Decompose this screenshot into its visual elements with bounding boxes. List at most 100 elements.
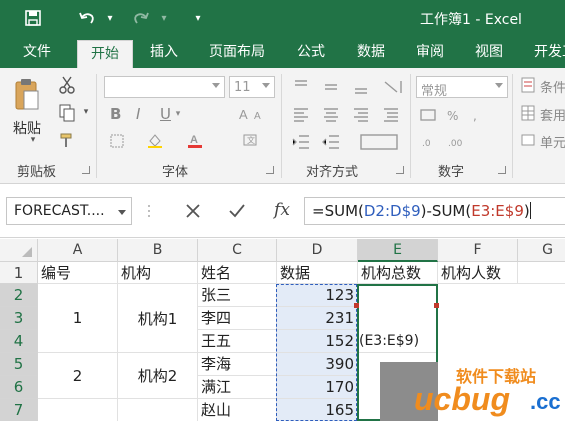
font-name-combo[interactable] xyxy=(104,76,225,98)
clipboard-launcher-icon[interactable] xyxy=(82,166,90,174)
number-format-buttons[interactable]: %, xyxy=(418,104,508,126)
cell-c6[interactable]: 满江 xyxy=(198,376,277,399)
tab-view[interactable]: 视图 xyxy=(473,37,505,68)
undo-icon[interactable] xyxy=(76,8,98,28)
cell-c1[interactable]: 姓名 xyxy=(198,262,277,284)
cell-c5[interactable]: 李海 xyxy=(198,353,277,376)
row-header-4[interactable]: 4 xyxy=(0,330,38,353)
format-as-table-icon[interactable] xyxy=(520,104,536,122)
tab-review[interactable]: 审阅 xyxy=(414,37,446,68)
range-handle[interactable] xyxy=(434,303,439,308)
format-painter-icon[interactable] xyxy=(58,131,76,149)
paste-dropdown-icon[interactable]: ▾ xyxy=(28,135,38,145)
underline-button[interactable]: U xyxy=(160,105,171,123)
group-divider xyxy=(512,74,513,178)
cell-b7[interactable] xyxy=(118,399,198,421)
tab-home[interactable]: 开始 xyxy=(77,40,133,68)
conditional-format-icon[interactable] xyxy=(520,76,536,94)
range-handle[interactable] xyxy=(354,303,359,308)
copy-dropdown-icon[interactable]: ▾ xyxy=(82,106,90,118)
cell-c7[interactable]: 赵山 xyxy=(198,399,277,421)
grip-icon xyxy=(146,202,152,220)
tab-page-layout[interactable]: 页面布局 xyxy=(206,37,268,68)
bold-button[interactable]: B xyxy=(110,105,121,123)
column-header-e[interactable]: E xyxy=(358,239,438,262)
copy-icon[interactable] xyxy=(58,104,76,122)
row-header-7[interactable]: 7 xyxy=(0,399,38,421)
cell-a7[interactable] xyxy=(38,399,118,421)
column-header-a[interactable]: A xyxy=(38,239,118,262)
cell-g1[interactable] xyxy=(518,262,565,284)
cell-e1[interactable]: 机构总数 xyxy=(358,262,438,284)
enter-check-icon[interactable] xyxy=(226,200,248,222)
select-all-corner[interactable] xyxy=(0,239,38,262)
cell-a1[interactable]: 编号 xyxy=(38,262,118,284)
alignment-launcher-icon[interactable] xyxy=(396,166,404,174)
worksheet-grid: A B C D E F G 1 2 3 4 5 6 7 编号 机构 姓名 数据 … xyxy=(0,239,565,421)
formula-input[interactable]: =SUM(D2:D$9)-SUM(E3:E$9) xyxy=(304,197,565,225)
column-header-g[interactable]: G xyxy=(518,239,565,262)
row-header-3[interactable]: 3 xyxy=(0,307,38,330)
number-launcher-icon[interactable] xyxy=(498,166,506,174)
column-header-d[interactable]: D xyxy=(277,239,358,262)
insert-function-icon[interactable]: fx xyxy=(270,198,294,222)
row-header-2[interactable]: 2 xyxy=(0,284,38,307)
cell-c4[interactable]: 王五 xyxy=(198,330,277,353)
phonetic-icon[interactable]: 文 xyxy=(240,131,264,149)
customize-toolbar-icon[interactable]: ▾ xyxy=(192,8,204,28)
svg-text:文: 文 xyxy=(247,135,255,145)
cancel-icon[interactable] xyxy=(182,200,204,222)
number-group-label: 数字 xyxy=(438,165,465,180)
cell-b1[interactable]: 机构 xyxy=(118,262,198,284)
tab-file[interactable]: 文件 xyxy=(22,37,52,68)
redo-icon xyxy=(130,8,152,28)
format-as-table-label[interactable]: 套用 xyxy=(540,105,565,124)
column-header-b[interactable]: B xyxy=(118,239,198,262)
tab-formulas[interactable]: 公式 xyxy=(295,37,327,68)
cell-a5-merged[interactable]: 2 xyxy=(38,353,118,399)
cell-styles-icon[interactable] xyxy=(520,131,536,149)
fill-color-icon[interactable] xyxy=(146,131,164,149)
tab-insert[interactable]: 插入 xyxy=(148,37,180,68)
cell-d1[interactable]: 数据 xyxy=(277,262,358,284)
group-divider xyxy=(281,74,282,178)
undo-dropdown-icon[interactable]: ▾ xyxy=(104,8,116,28)
decimal-buttons[interactable]: .0 .00 xyxy=(418,131,478,153)
underline-dropdown-icon[interactable]: ▾ xyxy=(174,108,182,120)
svg-text:.0: .0 xyxy=(422,139,431,149)
clipboard-group-label: 剪贴板 xyxy=(17,165,57,180)
grow-shrink-font-icon[interactable]: AA xyxy=(236,104,270,124)
borders-icon[interactable] xyxy=(108,133,126,149)
tab-data[interactable]: 数据 xyxy=(355,37,387,68)
font-color-icon[interactable]: A xyxy=(186,131,204,149)
indent-icons[interactable] xyxy=(290,131,410,153)
column-header-f[interactable]: F xyxy=(438,239,518,262)
row-header-1[interactable]: 1 xyxy=(0,262,38,284)
row-header-6[interactable]: 6 xyxy=(0,376,38,399)
paste-icon[interactable] xyxy=(12,76,42,112)
title-bar: ▾ ▾ ▾ 工作簿1 - Excel xyxy=(0,0,565,37)
cell-c2[interactable]: 张三 xyxy=(198,284,277,307)
cut-icon[interactable] xyxy=(58,76,76,94)
formula-bar: FORECAST.... fx =SUM(D2:D$9)-SUM(E3:E$9) xyxy=(0,184,565,238)
row-header-5[interactable]: 5 xyxy=(0,353,38,376)
svg-text:A: A xyxy=(190,134,198,146)
font-size-combo[interactable]: 11 xyxy=(229,76,275,98)
cell-c3[interactable]: 李四 xyxy=(198,307,277,330)
cell-a2-merged[interactable]: 1 xyxy=(38,284,118,353)
cell-b2-merged[interactable]: 机构1 xyxy=(118,284,198,353)
name-box[interactable]: FORECAST.... xyxy=(6,197,132,225)
save-icon[interactable] xyxy=(22,8,44,28)
tab-developer[interactable]: 开发工 xyxy=(532,37,565,68)
vertical-align-icons[interactable] xyxy=(290,76,410,98)
horizontal-align-icons[interactable] xyxy=(290,104,410,126)
conditional-format-label[interactable]: 条件 xyxy=(540,77,565,96)
cell-styles-label[interactable]: 单元 xyxy=(540,132,565,151)
ribbon: 粘贴 ▾ ▾ 剪贴板 11 B I U ▾ A AA 文 字体 对齐方式 常规 … xyxy=(0,68,565,184)
cell-b5-merged[interactable]: 机构2 xyxy=(118,353,198,399)
column-header-c[interactable]: C xyxy=(198,239,277,262)
font-launcher-icon[interactable] xyxy=(266,166,274,174)
italic-button[interactable]: I xyxy=(136,105,140,123)
number-format-combo[interactable]: 常规 xyxy=(416,76,508,99)
cell-f1[interactable]: 机构人数 xyxy=(438,262,518,284)
